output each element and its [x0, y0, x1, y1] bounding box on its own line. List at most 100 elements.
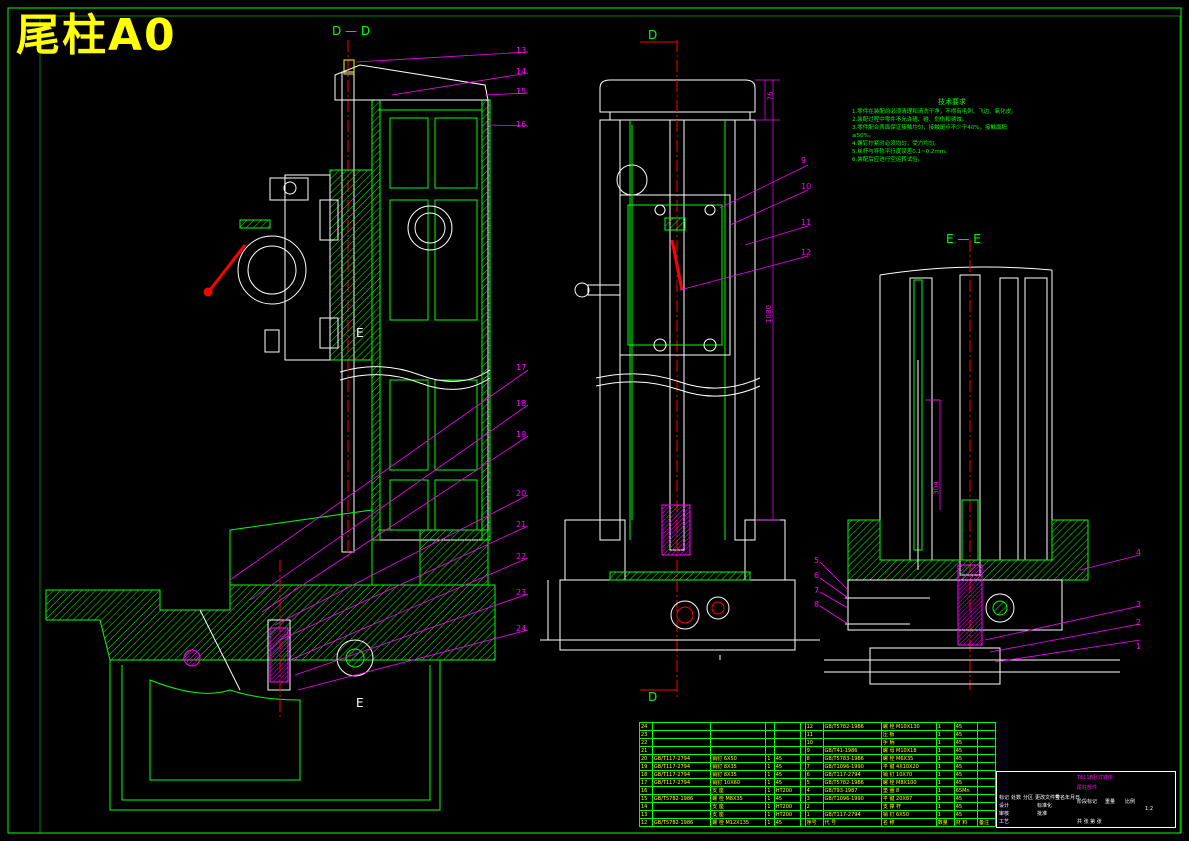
title-block-row-label: 年月日: [1065, 795, 1081, 801]
parts-table-cell: 支 座: [710, 786, 767, 795]
part-label: 4: [1136, 548, 1142, 557]
title-block-role: 设计: [999, 803, 1010, 809]
parts-list: 24 12 GB/T5782-1986 螺 栓 M10X130 1 45 23 11 压 板14…: [639, 722, 996, 827]
parts-table-cell: 螺 栓 M12X135: [710, 818, 767, 827]
parts-table-cell: 1: [935, 730, 955, 739]
right-view: [824, 240, 1120, 690]
parts-table-cell: GB/T117-2794: [651, 762, 712, 771]
part-label: 20: [516, 489, 527, 498]
dimension-304: 304: [932, 481, 941, 495]
part-label: 5: [814, 556, 820, 565]
parts-table-cell: [822, 738, 882, 747]
parts-table-cell: 17: [639, 778, 653, 787]
parts-table-cell: [651, 722, 712, 731]
parts-table-cell: 9: [804, 746, 824, 755]
parts-table-cell: [977, 746, 996, 755]
parts-table-cell: 1: [765, 762, 775, 771]
parts-table-cell: 3: [804, 794, 824, 803]
title-block-role: 审核: [999, 811, 1010, 817]
part-label: 15: [516, 87, 527, 96]
middle-view: [540, 40, 820, 700]
parts-table-cell: 4: [804, 786, 824, 795]
parts-table-cell: [977, 778, 996, 787]
parts-table-cell: 螺 栓 M6X35: [880, 754, 937, 763]
title-block-row-label: 分区: [1023, 795, 1034, 801]
parts-table-cell: 1: [765, 770, 775, 779]
parts-table-cell: 11: [804, 730, 824, 739]
parts-table-cell: [977, 810, 996, 819]
part-label: 1: [1136, 642, 1142, 651]
parts-table-cell: 1: [765, 802, 775, 811]
parts-table-cell: 1: [935, 810, 955, 819]
parts-table-cell: 65Mn: [953, 786, 979, 795]
parts-table-cell: [651, 810, 712, 819]
parts-table-cell: 1: [765, 786, 775, 795]
parts-table-cell: 销钉 10X60: [710, 778, 767, 787]
parts-table-cell: 支 撑 杆: [880, 802, 937, 811]
dimension-1080: 1080: [764, 305, 773, 323]
part-label: 23: [516, 588, 527, 597]
title-block-row-label: 处数: [1011, 795, 1022, 801]
parts-table-row: 17 GB/T117-2794 销钉 10X60 1 45 5 GB/T5782-1986 螺…: [639, 778, 996, 787]
parts-table-cell: 1: [765, 810, 775, 819]
section-e-mark-1: E: [356, 326, 364, 340]
parts-table-cell: GB/T93-1987: [822, 786, 882, 795]
title-block-drawing-name: T611B卧式镗床: [1077, 775, 1114, 781]
parts-table-cell: 销钉 8X35: [710, 770, 767, 779]
parts-table-row: 23 11 压 板 1 45: [639, 730, 996, 739]
parts-table-cell: 1: [765, 778, 775, 787]
parts-table-cell: 1: [935, 722, 955, 731]
parts-table: 24 12 GB/T5782-1986 螺 栓 M10X130 1 45 23 11 压 板14…: [639, 722, 996, 827]
parts-table-cell: 1: [935, 778, 955, 787]
parts-table-cell: HT200: [773, 810, 802, 819]
notes-heading: 技术要求: [938, 98, 966, 106]
parts-table-cell: [773, 722, 802, 731]
parts-table-cell: 45: [953, 778, 979, 787]
parts-table-cell: [651, 746, 712, 755]
parts-table-cell: 销钉 6X50: [710, 754, 767, 763]
parts-table-cell: 12: [804, 722, 824, 731]
parts-table-row: 12 GB/T5782-1986 螺 栓 M12X135 1 45 序号代 号名 称数量材…: [639, 818, 996, 827]
parts-table-cell: [977, 786, 996, 795]
parts-table-row: 21 9 GB/T41-1986 螺 母 M10X18 1 45: [639, 746, 996, 755]
parts-table-cell: 18: [639, 770, 653, 779]
parts-table-cell: GB/T5782-1986: [651, 794, 712, 803]
parts-table-cell: 45: [953, 730, 979, 739]
parts-table-cell: GB/T1096-1990: [822, 762, 882, 771]
title-block-row-label: 签名: [1055, 795, 1066, 801]
part-label: 21: [516, 520, 527, 529]
parts-table-cell: 45: [953, 738, 979, 747]
parts-table-cell: 备注: [977, 818, 996, 827]
parts-table-cell: 14: [639, 802, 653, 811]
parts-table-cell: 材 料: [953, 818, 979, 827]
section-d-bottom: D: [648, 690, 658, 704]
part-label: 18: [516, 399, 527, 408]
parts-table-cell: 1: [935, 754, 955, 763]
section-d-top: D: [648, 28, 658, 42]
parts-table-cell: GB/T5782-1986: [822, 722, 882, 731]
parts-table-cell: 序号: [804, 818, 824, 827]
title-block-role: 批准: [1037, 811, 1048, 817]
parts-table-cell: [773, 738, 802, 747]
parts-table-cell: 45: [773, 754, 802, 763]
parts-table-cell: [977, 738, 996, 747]
title-block-drawing-no: 尾柱部件: [1077, 785, 1098, 791]
parts-table-cell: 45: [953, 754, 979, 763]
parts-table-cell: 1: [935, 794, 955, 803]
parts-table-cell: 压 板: [880, 730, 937, 739]
parts-table-cell: 1: [935, 746, 955, 755]
section-e-mark-2: E: [356, 696, 364, 710]
parts-table-cell: GB/T41-1986: [822, 746, 882, 755]
parts-table-cell: 45: [953, 810, 979, 819]
parts-table-cell: 平 键 20X87: [880, 794, 937, 803]
note-line: 3.零件配合表面保证接触均匀，接触斑点不少于40%，接触面积: [852, 125, 1007, 131]
parts-table-cell: [822, 802, 882, 811]
parts-table-cell: 1: [935, 738, 955, 747]
parts-table-cell: [765, 722, 775, 731]
left-view: [45, 40, 496, 811]
parts-table-cell: [710, 738, 767, 747]
parts-table-cell: 2: [804, 802, 824, 811]
parts-table-cell: GB/T117-2794: [651, 754, 712, 763]
parts-table-cell: 15: [639, 794, 653, 803]
parts-table-row: 15 GB/T5782-1986 螺 栓 M8X35 1 45 3 GB/T1096-199…: [639, 794, 996, 803]
